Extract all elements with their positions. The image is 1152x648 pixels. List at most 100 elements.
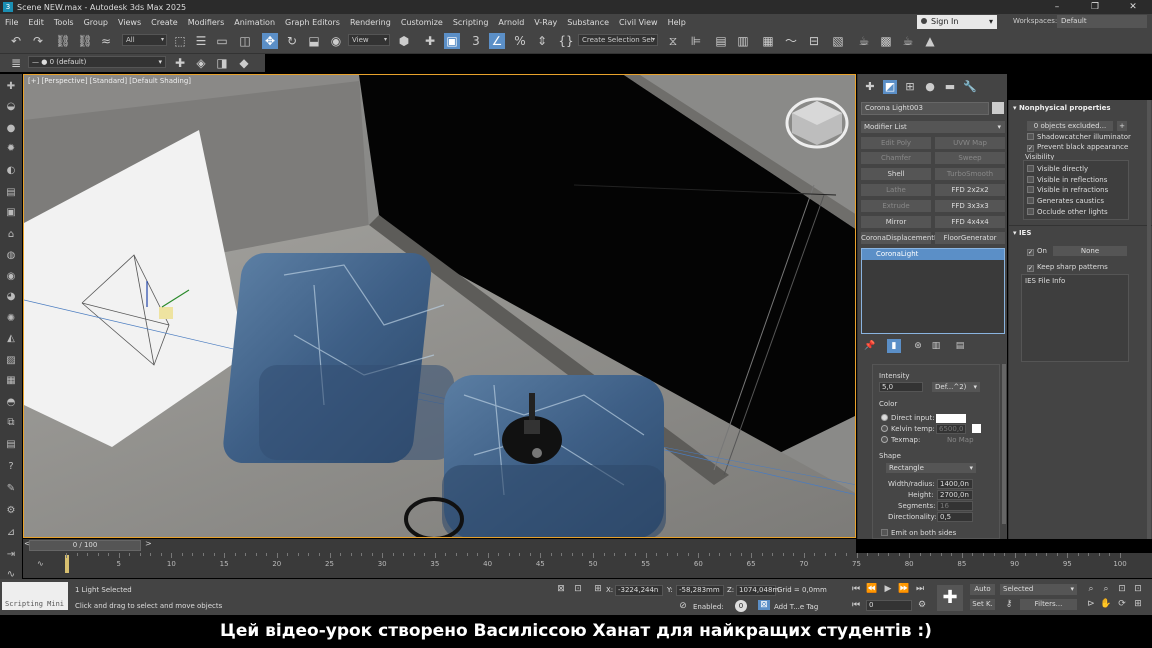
modifier-list-dropdown[interactable]: Modifier List ▾ bbox=[861, 121, 1005, 133]
orbit-icon[interactable]: ⟳ bbox=[1116, 599, 1128, 609]
texmap-option[interactable]: Texmap: bbox=[881, 436, 920, 444]
create-tab-icon[interactable]: ✚ bbox=[863, 80, 877, 94]
shadowcatcher-checkbox[interactable]: Shadowcatcher illuminator bbox=[1027, 133, 1131, 141]
visible-reflections-checkbox[interactable]: Visible in reflections bbox=[1027, 176, 1107, 184]
curve-editor-toggle-icon[interactable]: ∿ bbox=[37, 559, 44, 568]
schematic-view-icon[interactable]: 〜 bbox=[783, 33, 799, 49]
time-slider[interactable]: 0 / 100 bbox=[29, 540, 141, 551]
lightbulb-icon[interactable]: ✺ bbox=[4, 312, 18, 326]
pan-icon[interactable]: ✋ bbox=[1100, 599, 1112, 609]
gear-icon[interactable]: ✹ bbox=[4, 142, 18, 156]
direct-color-swatch[interactable] bbox=[936, 414, 966, 423]
set-key-button[interactable]: Set K. bbox=[970, 599, 995, 610]
move-icon[interactable]: ✥ bbox=[262, 33, 278, 49]
enabled-toggle-icon[interactable]: 0 bbox=[735, 600, 747, 612]
warning-icon[interactable]: ▲ bbox=[922, 33, 938, 49]
select-object-icon[interactable]: ⬚ bbox=[172, 33, 188, 49]
segments-spinner[interactable]: 16 bbox=[937, 501, 973, 511]
layers-icon[interactable]: ≣ bbox=[8, 55, 24, 71]
utilities-tab-icon[interactable]: 🔧 bbox=[963, 80, 977, 94]
kelvin-spinner[interactable]: 6500,0 bbox=[936, 424, 966, 434]
panel-icon[interactable]: ▤ bbox=[4, 438, 18, 452]
kelvin-option[interactable]: Kelvin temp: bbox=[881, 425, 935, 433]
toggle-ribbon-icon[interactable]: ▥ bbox=[735, 33, 751, 49]
snap-icon[interactable]: ⊿ bbox=[4, 526, 18, 540]
height-spinner[interactable]: 2700,0n bbox=[937, 490, 973, 500]
set-key-icon[interactable]: ✚ bbox=[937, 585, 963, 611]
menu-scripting[interactable]: Scripting bbox=[448, 18, 494, 27]
intensity-unit-dropdown[interactable]: Def...^2) ▾ bbox=[932, 382, 980, 392]
select-in-layer-icon[interactable]: ◨ bbox=[214, 55, 230, 71]
isolate-icon[interactable]: ⊡ bbox=[572, 584, 584, 594]
menu-create[interactable]: Create bbox=[146, 18, 183, 27]
ffd-4x4x4-button[interactable]: FFD 4x4x4 bbox=[935, 216, 1005, 228]
menu-tools[interactable]: Tools bbox=[49, 18, 79, 27]
pivot-center-icon[interactable]: ⬢ bbox=[396, 33, 412, 49]
align-icon[interactable]: ⊫ bbox=[688, 33, 704, 49]
place-icon[interactable]: ◉ bbox=[328, 33, 344, 49]
perspective-viewport[interactable]: [+] [Perspective] [Standard] [Default Sh… bbox=[23, 74, 856, 538]
spinner-snap-icon[interactable]: ⇕ bbox=[534, 33, 550, 49]
render-setup-icon[interactable]: ☕ bbox=[856, 33, 872, 49]
scale-icon[interactable]: ⬓ bbox=[306, 33, 322, 49]
uvw-map-button[interactable]: UVW Map bbox=[935, 137, 1005, 149]
rect-selection-icon[interactable]: ▭ bbox=[214, 33, 230, 49]
stack-icon[interactable]: ⧉ bbox=[4, 416, 18, 430]
home-icon[interactable]: ⌂ bbox=[4, 228, 18, 242]
visible-refractions-checkbox[interactable]: Visible in refractions bbox=[1027, 186, 1108, 194]
sign-in-dropdown[interactable]: Sign In ▾ bbox=[917, 15, 997, 29]
manipulate-icon[interactable]: ✚ bbox=[422, 33, 438, 49]
menu-edit[interactable]: Edit bbox=[23, 18, 49, 27]
ffd-2x2x2-button[interactable]: FFD 2x2x2 bbox=[935, 184, 1005, 196]
help-icon[interactable]: ? bbox=[4, 460, 18, 474]
light-icon[interactable]: ● bbox=[4, 122, 18, 136]
add-time-tag[interactable]: Add T...e Tag bbox=[774, 603, 818, 611]
keep-sharp-checkbox[interactable]: Keep sharp patterns bbox=[1027, 263, 1108, 272]
minimize-button[interactable]: – bbox=[1038, 0, 1076, 14]
z-coord-field[interactable]: 1074,048m bbox=[736, 585, 779, 596]
right-panel-scrollbar[interactable] bbox=[1147, 100, 1151, 539]
add-to-layer-icon[interactable]: ◈ bbox=[193, 55, 209, 71]
link-icon[interactable]: ⛓ bbox=[55, 33, 71, 49]
corona-displacement-button[interactable]: CoronaDisplacementM bbox=[861, 232, 940, 244]
create-icon[interactable]: ✚ bbox=[4, 80, 18, 94]
display-tab-icon[interactable]: ▬ bbox=[943, 80, 957, 94]
menu-rendering[interactable]: Rendering bbox=[345, 18, 396, 27]
ies-file-button[interactable]: None bbox=[1053, 246, 1127, 256]
kelvin-color-swatch[interactable] bbox=[972, 424, 981, 433]
menu-animation[interactable]: Animation bbox=[229, 18, 280, 27]
mirror-icon[interactable]: ⧖ bbox=[665, 33, 681, 49]
rotate-view-icon[interactable]: ◕ bbox=[4, 290, 18, 304]
percent-snap-icon[interactable]: % bbox=[512, 33, 528, 49]
modifier-stack[interactable]: CoronaLight bbox=[861, 248, 1005, 334]
ffd-3x3x3-button[interactable]: FFD 3x3x3 bbox=[935, 200, 1005, 212]
absolute-mode-icon[interactable]: ⊞ bbox=[592, 584, 604, 594]
paint-icon[interactable]: ◭ bbox=[4, 332, 18, 346]
time-config-icon[interactable]: ⚙ bbox=[916, 600, 928, 610]
prev-frame-icon[interactable]: ⏪ bbox=[866, 584, 878, 594]
intensity-spinner[interactable]: 5,0 bbox=[879, 382, 923, 392]
zoom-extents-all-icon[interactable]: ⊡ bbox=[1132, 584, 1144, 594]
shape-dropdown[interactable]: Rectangle ▾ bbox=[886, 463, 976, 473]
layer-dropdown[interactable]: — ● 0 (default) ▾ bbox=[28, 56, 166, 68]
unlink-icon[interactable]: ⛓ bbox=[77, 33, 93, 49]
time-tag-icon[interactable]: ⊠ bbox=[758, 600, 770, 610]
extrude-button[interactable]: Extrude bbox=[861, 200, 931, 212]
edit-named-sel-icon[interactable]: {} bbox=[558, 33, 574, 49]
key-mode-icon[interactable]: ⏮ bbox=[850, 600, 862, 610]
render-frame-icon[interactable]: ▩ bbox=[878, 33, 894, 49]
menu-file[interactable]: File bbox=[0, 18, 23, 27]
angle-snap-icon[interactable]: ∠ bbox=[489, 33, 505, 49]
occlude-lights-checkbox[interactable]: Occlude other lights bbox=[1027, 208, 1108, 216]
directionality-spinner[interactable]: 0,5 bbox=[937, 512, 973, 522]
next-frame-icon[interactable]: ⏩ bbox=[898, 584, 910, 594]
auto-key-button[interactable]: Auto bbox=[970, 584, 995, 595]
settings-icon[interactable]: ⚙ bbox=[4, 504, 18, 518]
edit-poly-button[interactable]: Edit Poly bbox=[861, 137, 931, 149]
undo-icon[interactable]: ↶ bbox=[8, 33, 24, 49]
viewport-label[interactable]: [+] [Perspective] [Standard] [Default Sh… bbox=[28, 77, 191, 85]
nonphysical-properties-header[interactable]: ▾ Nonphysical properties bbox=[1013, 104, 1111, 112]
adaptive-degradation-icon[interactable]: ⊘ bbox=[677, 601, 689, 611]
chamfer-button[interactable]: Chamfer bbox=[861, 152, 931, 164]
select-by-name-icon[interactable]: ☰ bbox=[193, 33, 209, 49]
